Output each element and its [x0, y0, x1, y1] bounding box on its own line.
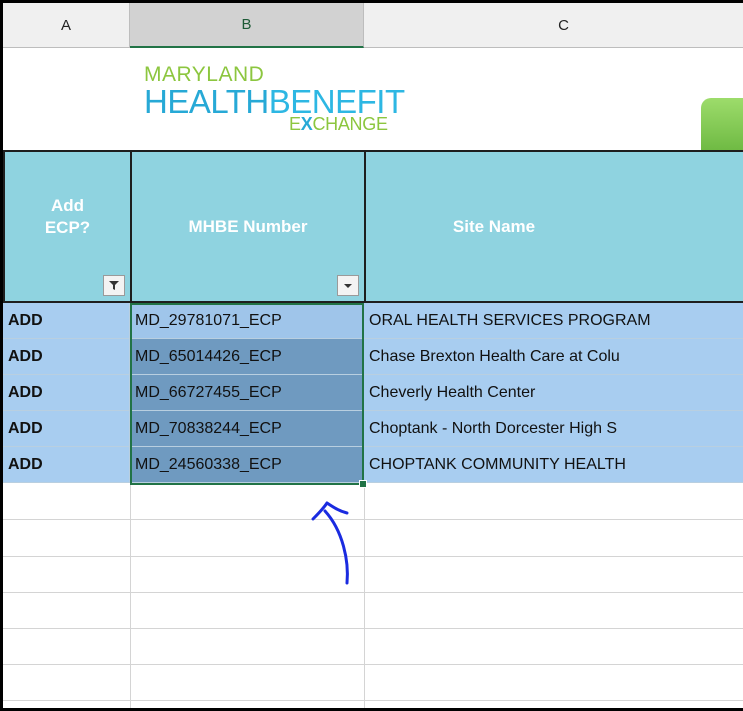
cell-add[interactable]: ADD — [3, 411, 130, 447]
cell-site-name[interactable]: CHOPTANK COMMUNITY HEALTH — [364, 447, 743, 483]
table-row: ADD MD_65014426_ECP Chase Brexton Health… — [3, 339, 743, 375]
cell-site-name[interactable]: Chase Brexton Health Care at Colu — [364, 339, 743, 375]
cell-site-name[interactable]: ORAL HEALTH SERVICES PROGRAM — [364, 303, 743, 339]
header-add-ecp[interactable]: Add ECP? — [3, 150, 132, 303]
cell-add[interactable]: ADD — [3, 303, 130, 339]
table-row: ADD MD_70838244_ECP Choptank - North Dor… — [3, 411, 743, 447]
column-header-c[interactable]: C — [364, 3, 743, 48]
header-site-name-label: Site Name — [452, 216, 536, 236]
header-site-name[interactable]: Site Name — [364, 150, 743, 303]
table-row: ADD MD_66727455_ECP Cheverly Health Cent… — [3, 375, 743, 411]
fill-handle[interactable] — [359, 480, 367, 488]
spreadsheet-window: A B C MARYLAND HEALTHBENEFIT EXCHANGE Ad… — [0, 0, 743, 711]
gridline — [3, 592, 743, 593]
cell-add[interactable]: ADD — [3, 447, 130, 483]
cell-mhbe-number[interactable]: MD_70838244_ECP — [130, 411, 364, 447]
cell-mhbe-number[interactable]: MD_66727455_ECP — [130, 375, 364, 411]
table-header-row: Add ECP? MHBE Number Site Name — [3, 150, 743, 303]
gridline — [3, 700, 743, 701]
filter-applied-icon[interactable] — [103, 275, 125, 296]
cell-add[interactable]: ADD — [3, 339, 130, 375]
logo-row: MARYLAND HEALTHBENEFIT EXCHANGE — [3, 48, 743, 188]
gridline — [3, 628, 743, 629]
logo-line-1: MARYLAND — [144, 63, 265, 86]
header-add-ecp-label: Add ECP? — [44, 196, 91, 237]
cell-site-name[interactable]: Cheverly Health Center — [364, 375, 743, 411]
cell-mhbe-number[interactable]: MD_65014426_ECP — [130, 339, 364, 375]
header-mhbe-number-label: MHBE Number — [188, 216, 308, 236]
annotation-arrow-icon — [311, 501, 349, 585]
gridline — [3, 519, 743, 520]
dropdown-arrow-icon[interactable] — [337, 275, 359, 296]
column-header-row: A B C — [3, 3, 743, 48]
cell-mhbe-number[interactable]: MD_29781071_ECP — [130, 303, 364, 339]
column-header-b[interactable]: B — [130, 3, 364, 48]
gridline — [130, 483, 131, 708]
cell-add[interactable]: ADD — [3, 375, 130, 411]
table-row: ADD MD_29781071_ECP ORAL HEALTH SERVICES… — [3, 303, 743, 339]
cell-mhbe-number[interactable]: MD_24560338_ECP — [130, 447, 364, 483]
logo-line-3: EXCHANGE — [289, 114, 388, 134]
gridline — [3, 664, 743, 665]
table-row: ADD MD_24560338_ECP CHOPTANK COMMUNITY H… — [3, 447, 743, 483]
gridline — [3, 556, 743, 557]
gridline — [364, 483, 365, 708]
column-header-a[interactable]: A — [3, 3, 130, 48]
cell-site-name[interactable]: Choptank - North Dorcester High S — [364, 411, 743, 447]
header-mhbe-number[interactable]: MHBE Number — [130, 150, 366, 303]
mhbe-logo: MARYLAND HEALTHBENEFIT EXCHANGE — [144, 64, 405, 133]
